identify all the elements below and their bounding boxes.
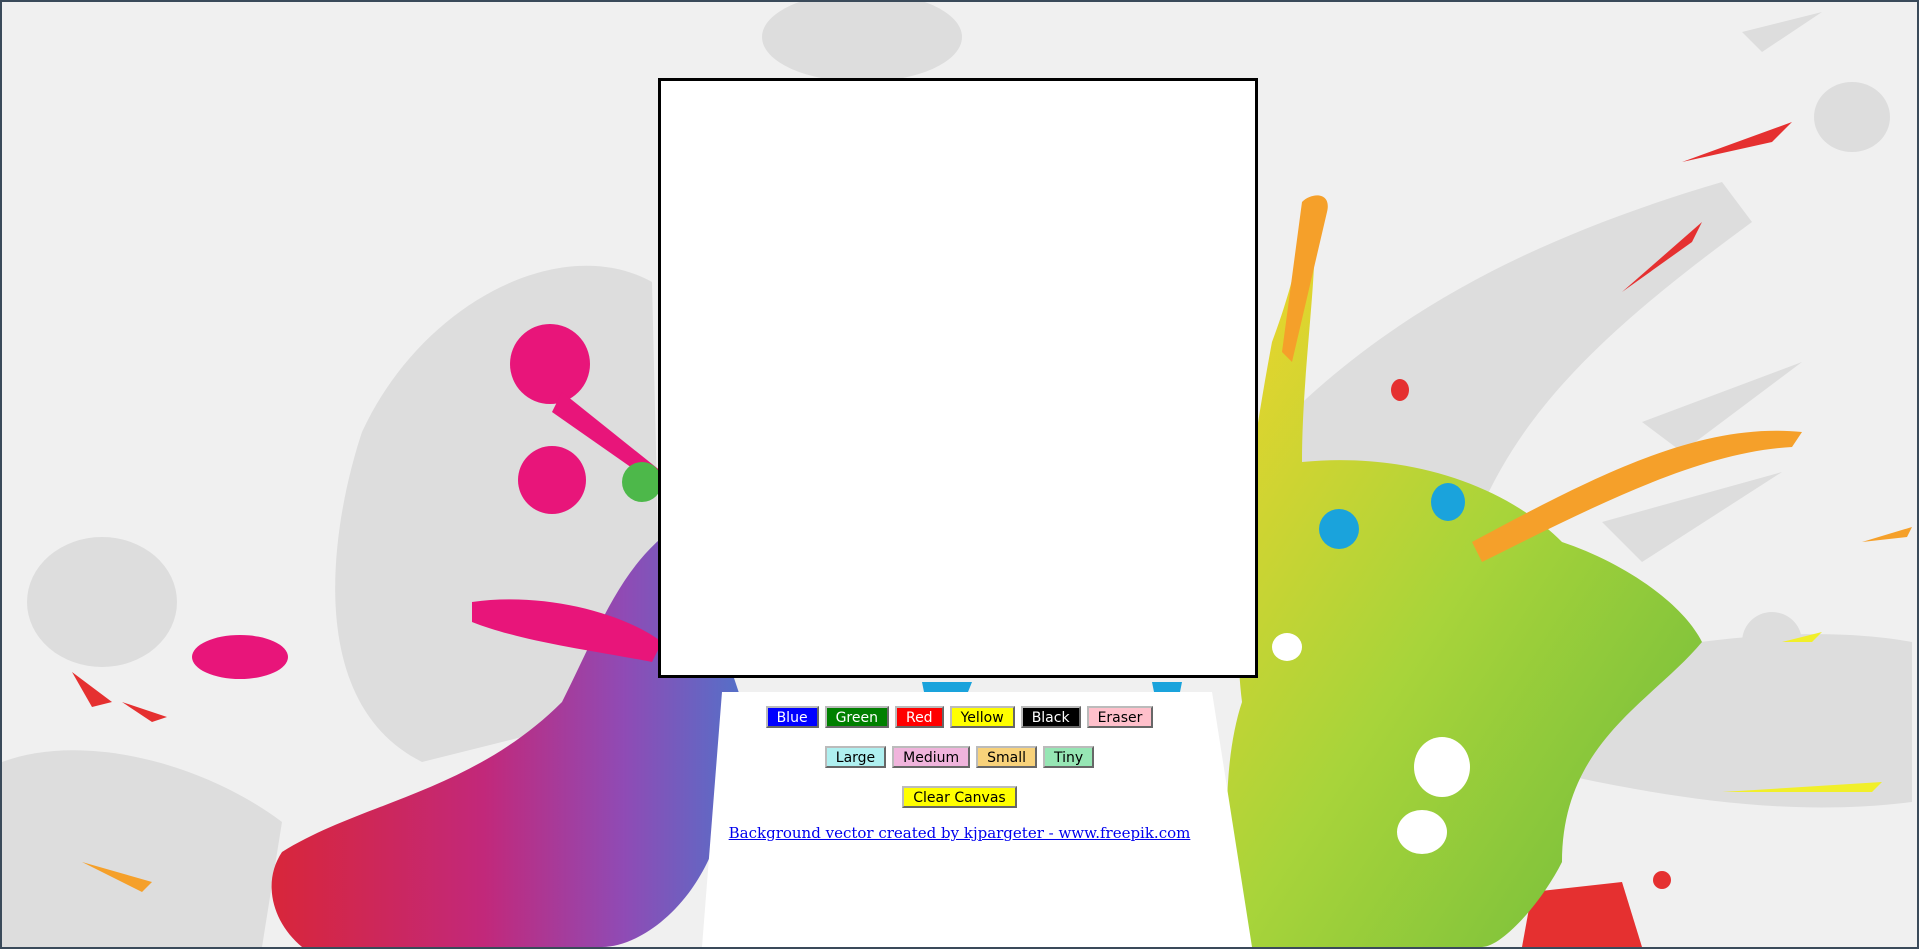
color-yellow-button[interactable]: Yellow [949, 706, 1015, 728]
color-black-button[interactable]: Black [1020, 706, 1081, 728]
size-tiny-button[interactable]: Tiny [1043, 746, 1095, 768]
size-medium-button[interactable]: Medium [892, 746, 971, 768]
size-large-button[interactable]: Large [824, 746, 887, 768]
clear-button-row: Clear Canvas [2, 786, 1917, 808]
color-red-button[interactable]: Red [894, 706, 944, 728]
size-button-row: Large Medium Small Tiny [2, 746, 1917, 768]
eraser-button[interactable]: Eraser [1086, 706, 1154, 728]
color-button-row: Blue Green Red Yellow Black Eraser [2, 706, 1917, 728]
size-small-button[interactable]: Small [976, 746, 1038, 768]
color-green-button[interactable]: Green [824, 706, 889, 728]
green-drop [622, 462, 662, 502]
background-credit-link[interactable]: Background vector created by kjpargeter … [729, 824, 1191, 842]
color-blue-button[interactable]: Blue [765, 706, 819, 728]
credit-row: Background vector created by kjpargeter … [2, 824, 1917, 842]
clear-canvas-button[interactable]: Clear Canvas [902, 786, 1017, 808]
drawing-canvas[interactable] [658, 78, 1258, 678]
